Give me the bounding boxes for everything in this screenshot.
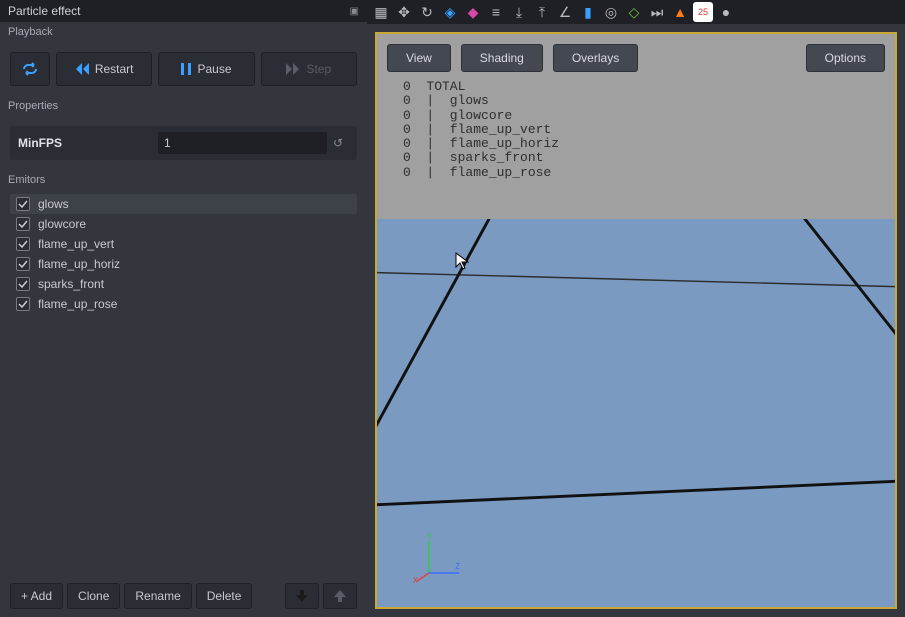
rename-button[interactable]: Rename (124, 583, 191, 609)
gizmo-z-label: Z (455, 562, 460, 571)
panel-title-bar: Particle effect ▣ (0, 0, 367, 22)
restart-label: Restart (95, 62, 134, 76)
delete-button[interactable]: Delete (196, 583, 253, 609)
options-button[interactable]: Options (806, 44, 885, 72)
move-down-button[interactable] (285, 583, 319, 609)
emitor-label: flame_up_rose (38, 297, 117, 311)
restart-button[interactable]: Restart (56, 52, 152, 86)
emitor-label: glows (38, 197, 69, 211)
checkbox[interactable] (16, 257, 30, 271)
refresh-icon[interactable]: ↻ (417, 2, 437, 22)
properties-body: MinFPS ↺ (0, 116, 367, 170)
check-icon (18, 279, 28, 289)
add-button[interactable]: + Add (10, 583, 63, 609)
checkbox[interactable] (16, 217, 30, 231)
view-button[interactable]: View (387, 44, 451, 72)
checkbox[interactable] (16, 297, 30, 311)
check-icon (18, 219, 28, 229)
right-panel: ▦✥↻◈◆≡⤓⤒∠▮◎◇⏭▲25● View Shading Overlays … (367, 0, 905, 617)
warning-icon[interactable]: ▲ (670, 2, 690, 22)
emitors-footer: + Add Clone Rename Delete (0, 575, 367, 617)
axis-gizmo: Y Z X (413, 533, 463, 583)
clone-button[interactable]: Clone (67, 583, 120, 609)
restart-icon (75, 63, 89, 75)
move-icon[interactable]: ✥ (394, 2, 414, 22)
emitor-row[interactable]: flame_up_vert (10, 234, 357, 254)
shading-button[interactable]: Shading (461, 44, 543, 72)
check-icon (18, 259, 28, 269)
mic-icon[interactable]: ● (716, 2, 736, 22)
emitor-label: glowcore (38, 217, 86, 231)
angle-icon[interactable]: ∠ (555, 2, 575, 22)
playback-controls: Restart Pause Step (0, 42, 367, 96)
emitor-row[interactable]: flame_up_rose (10, 294, 357, 314)
step-button[interactable]: Step (261, 52, 357, 86)
loop-icon (21, 62, 39, 76)
section-playback: Playback (0, 22, 367, 42)
emitor-row[interactable]: glowcore (10, 214, 357, 234)
check-icon (18, 239, 28, 249)
check-icon (18, 199, 28, 209)
move-up-button[interactable] (323, 583, 357, 609)
skip-icon[interactable]: ⏭ (647, 2, 667, 22)
emitor-row[interactable]: glows (10, 194, 357, 214)
minfps-input[interactable] (158, 132, 327, 154)
checkbox[interactable] (16, 277, 30, 291)
arrow-down-icon (296, 590, 308, 602)
checkbox[interactable] (16, 197, 30, 211)
viewport[interactable]: View Shading Overlays Options 0 TOTAL 0 … (375, 32, 897, 609)
pause-button[interactable]: Pause (158, 52, 254, 86)
overlays-button[interactable]: Overlays (553, 44, 638, 72)
collapse-icon[interactable]: ▣ (350, 6, 359, 17)
pause-label: Pause (197, 62, 231, 76)
viewport-stats: 0 TOTAL 0 | glows 0 | glowcore 0 | flame… (403, 80, 559, 180)
arrow-up-icon (334, 590, 346, 602)
checkbox[interactable] (16, 237, 30, 251)
minfps-label: MinFPS (18, 136, 158, 150)
bars-icon[interactable]: ▮ (578, 2, 598, 22)
emitor-label: flame_up_vert (38, 237, 114, 251)
loop-button[interactable] (10, 52, 50, 86)
section-properties: Properties (0, 96, 367, 116)
grill-icon[interactable]: ≡ (486, 2, 506, 22)
cube-icon[interactable]: ◈ (440, 2, 460, 22)
leaf-icon[interactable]: ◇ (624, 2, 644, 22)
property-row-minfps: MinFPS ↺ (10, 126, 357, 160)
globe-icon[interactable]: ◎ (601, 2, 621, 22)
main-toolbar: ▦✥↻◈◆≡⤓⤒∠▮◎◇⏭▲25● (367, 0, 905, 24)
check-icon (18, 299, 28, 309)
viewport-toolbar: View Shading Overlays Options (387, 44, 885, 72)
gizmo-y-label: Y (427, 533, 432, 541)
counter-icon[interactable]: 25 (693, 2, 713, 22)
emitor-row[interactable]: flame_up_horiz (10, 254, 357, 274)
gizmo-x-label: X (413, 576, 418, 583)
diamond-icon[interactable]: ◆ (463, 2, 483, 22)
left-panel: Particle effect ▣ Playback Restart Pause… (0, 0, 367, 617)
section-emitors: Emitors (0, 170, 367, 190)
emitors-list: glows glowcore flame_up_vert flame_up_horiz… (0, 190, 367, 575)
emitor-label: sparks_front (38, 277, 104, 291)
emitor-row[interactable]: sparks_front (10, 274, 357, 294)
emitor-label: flame_up_horiz (38, 257, 120, 271)
reset-icon[interactable]: ↺ (327, 136, 349, 150)
grid-icon[interactable]: ▦ (371, 2, 391, 22)
step-icon (286, 63, 300, 75)
step-label: Step (306, 62, 331, 76)
cursor-icon (455, 252, 469, 273)
upload-icon[interactable]: ⤒ (532, 2, 552, 22)
panel-title: Particle effect (8, 4, 80, 18)
download-icon[interactable]: ⤓ (509, 2, 529, 22)
pause-icon (181, 63, 191, 75)
